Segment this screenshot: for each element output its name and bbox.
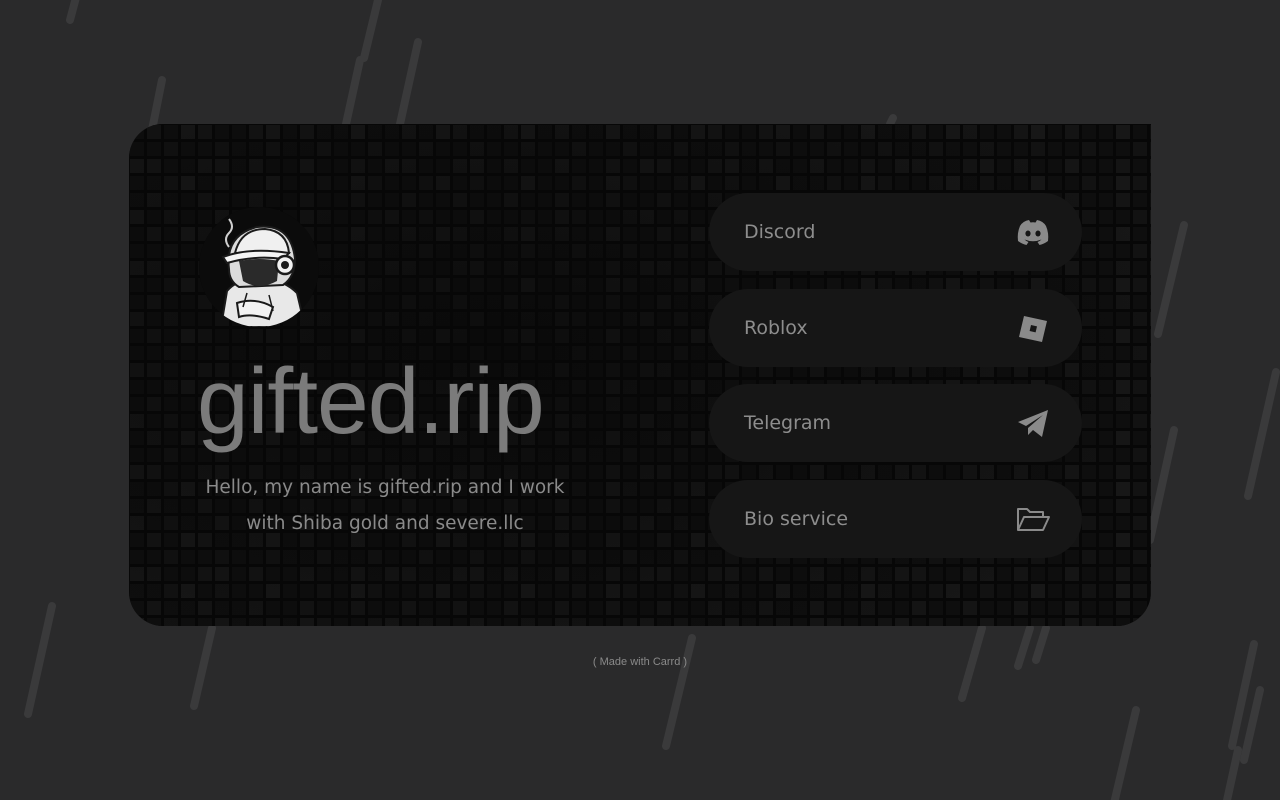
profile-card: gifted.rip Hello, my name is gifted.rip … [129,124,1151,626]
page: gifted.rip Hello, my name is gifted.rip … [0,0,1280,800]
telegram-button-label: Telegram [744,412,832,434]
bio-service-button-label: Bio service [744,507,849,530]
roblox-button-label: Roblox [744,316,808,339]
avatar [199,207,319,327]
discord-button[interactable]: Discord [709,193,1082,271]
roblox-icon [1019,315,1047,342]
folder-open-icon [1017,507,1050,531]
link-buttons: Discord Roblox Telegram Bio service [709,193,1082,575]
bio-text: Hello, my name is gifted.rip and I work … [205,477,565,534]
telegram-icon [1018,410,1048,437]
discord-button-label: Discord [744,221,816,243]
site-title: gifted.rip [197,349,545,453]
made-with-carrd-link[interactable]: ( Made with Carrd ) [0,656,1280,668]
telegram-button[interactable]: Telegram [709,384,1082,462]
hooded-character-avatar-icon [199,207,319,327]
discord-icon [1017,220,1049,245]
roblox-button[interactable]: Roblox [709,288,1082,367]
bio-service-button[interactable]: Bio service [709,479,1082,558]
